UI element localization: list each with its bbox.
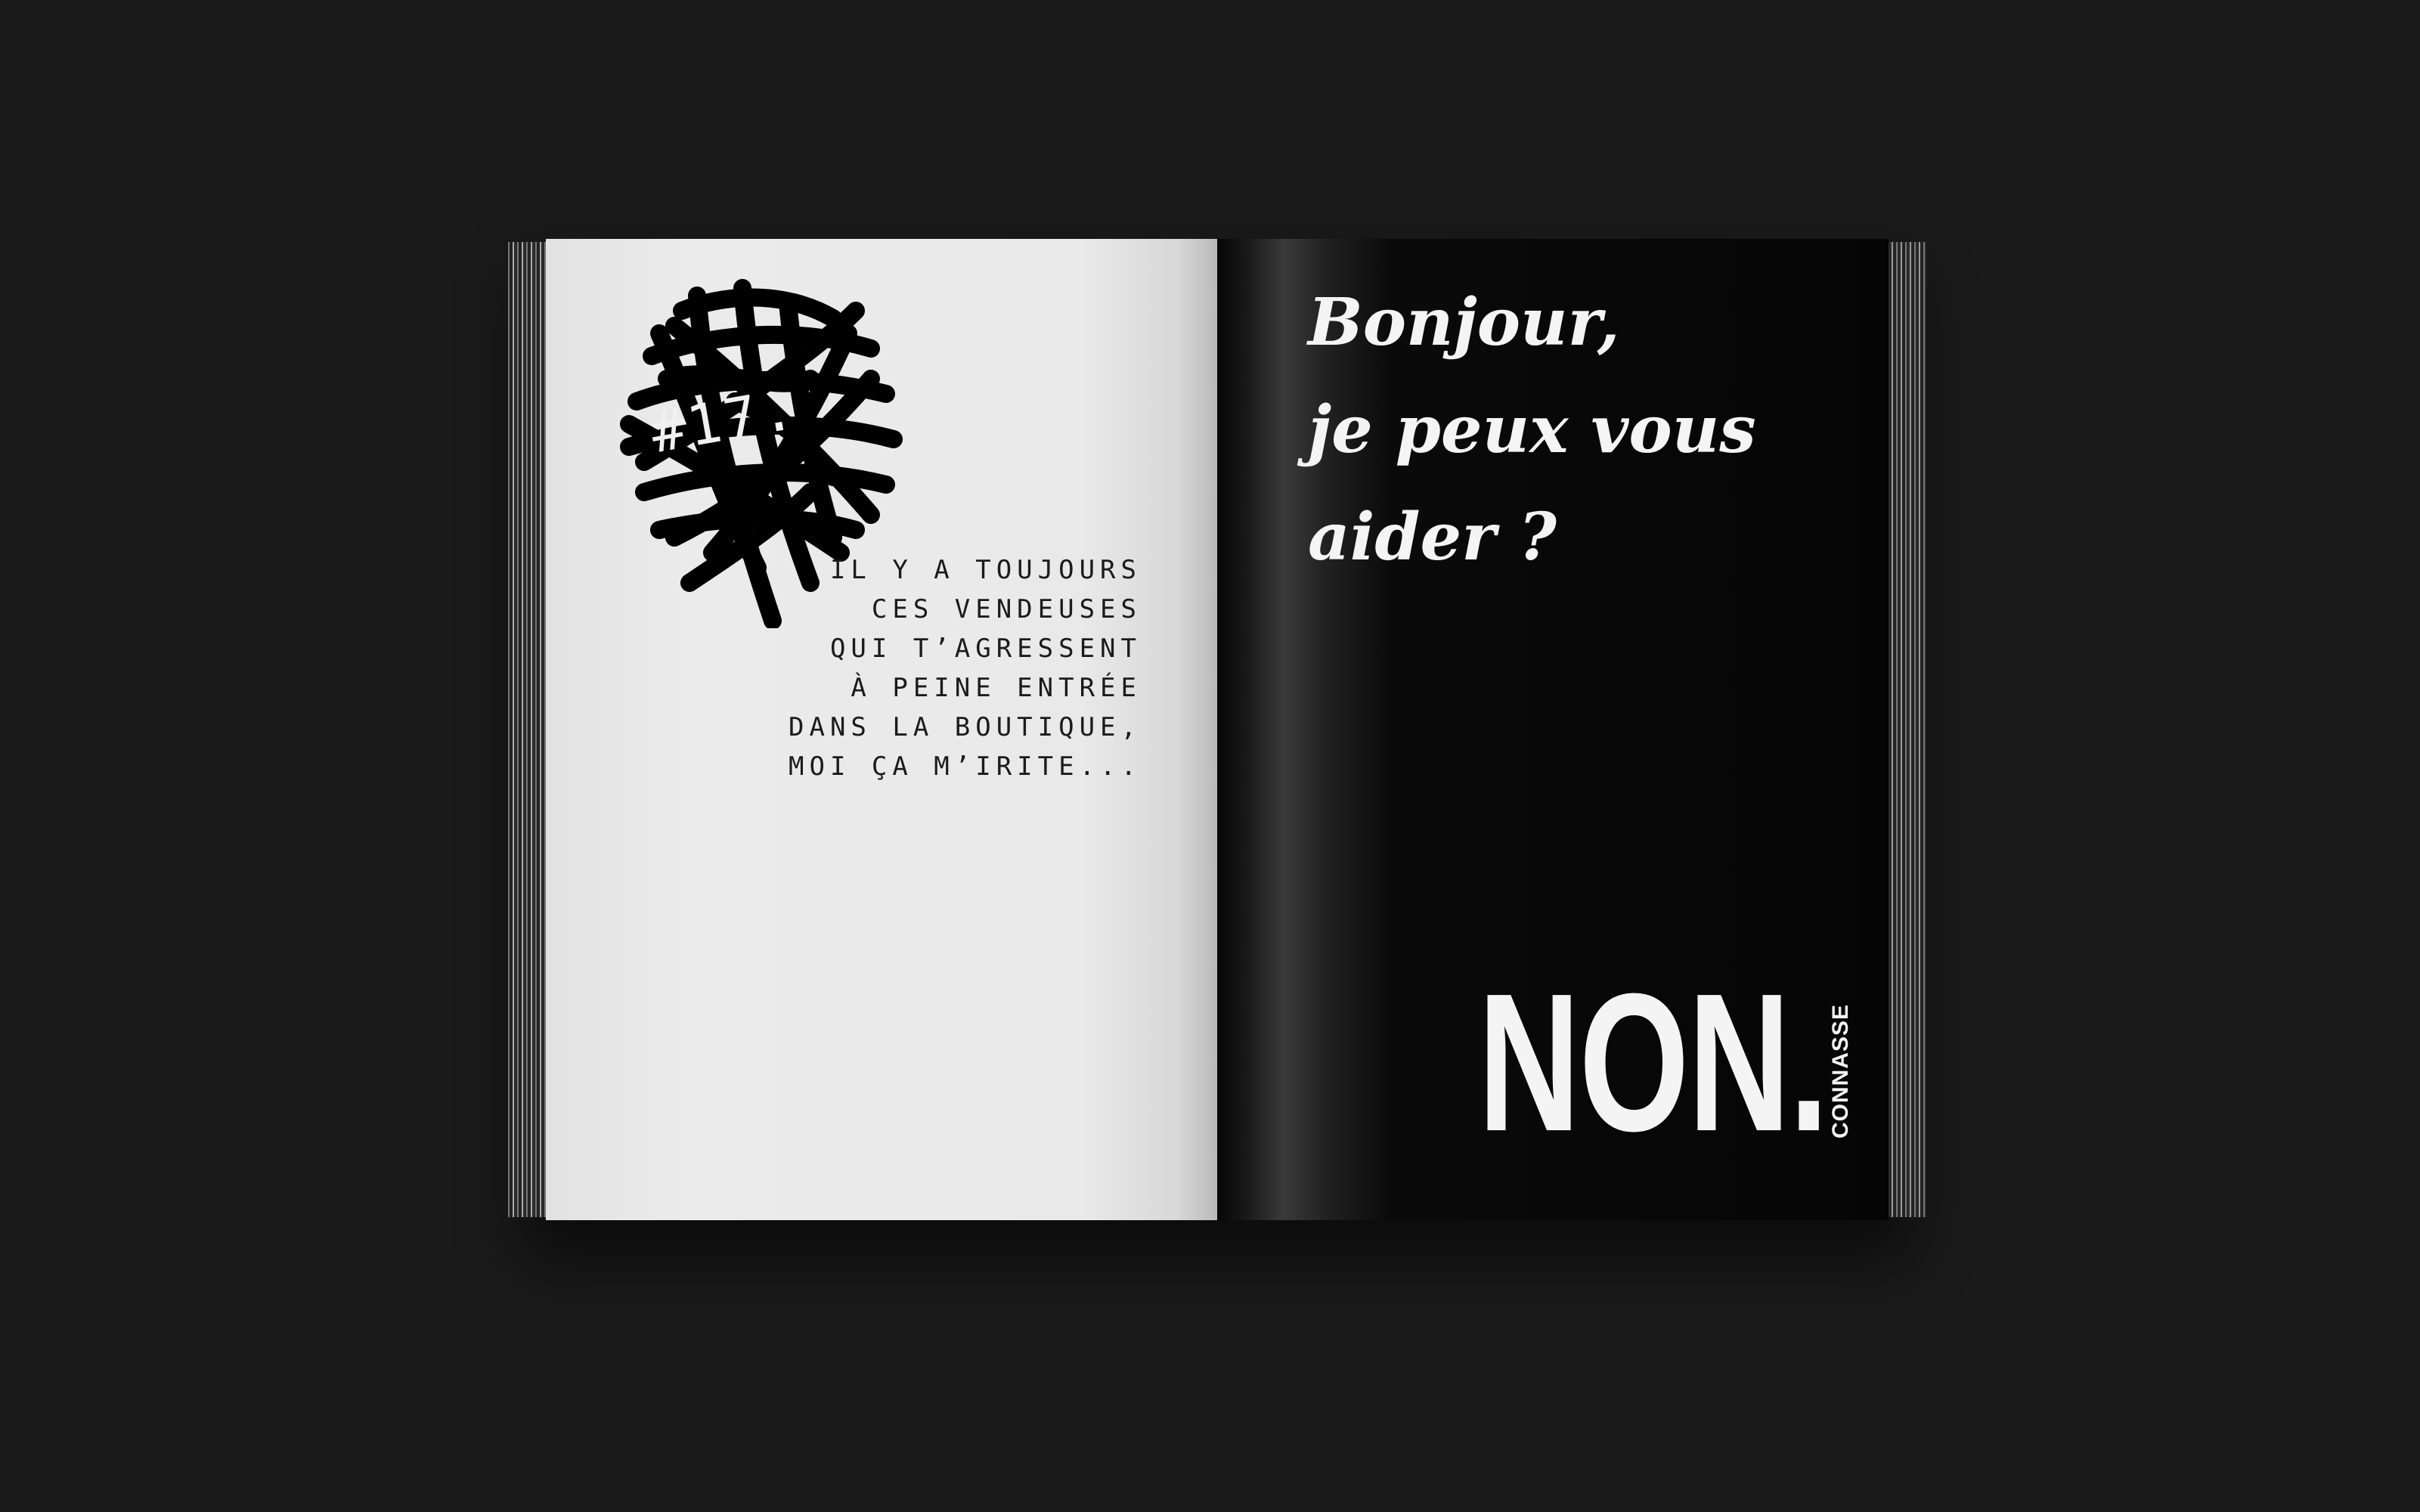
intro-line: DANS LA BOUTIQUE, <box>789 712 1142 742</box>
non-word-period: . <box>1789 953 1829 1173</box>
intro-line: QUI T’AGRESSENT <box>829 634 1142 664</box>
side-word: CONNASSE <box>1828 1003 1853 1139</box>
intro-line: MOI ÇA M’IRITE... <box>789 751 1142 782</box>
intro-line: IL Y A TOUJOURS <box>829 555 1142 585</box>
open-book: #17. IL Y A TOUJOURS CES VENDEUSES QUI T… <box>508 239 1926 1258</box>
headline: Bonjour, je peux vous aider ? <box>1308 269 1756 591</box>
page-edges-left <box>508 242 546 1217</box>
headline-line: Bonjour, <box>1308 284 1620 361</box>
left-page: #17. IL Y A TOUJOURS CES VENDEUSES QUI T… <box>546 239 1217 1220</box>
page-edges-right <box>1889 242 1926 1217</box>
right-page: Bonjour, je peux vous aider ? NON. CONNA… <box>1217 239 1889 1220</box>
intro-line: À PEINE ENTRÉE <box>851 673 1142 703</box>
intro-line: CES VENDEUSES <box>871 594 1142 624</box>
non-word-text: NON <box>1478 953 1790 1173</box>
headline-line: aider ? <box>1308 499 1557 575</box>
intro-text: IL Y A TOUJOURS CES VENDEUSES QUI T’AGRE… <box>789 550 1142 786</box>
non-word: NON. <box>1478 965 1829 1161</box>
headline-line: je peux vous <box>1308 392 1756 468</box>
scene: #17. IL Y A TOUJOURS CES VENDEUSES QUI T… <box>0 0 2420 1512</box>
